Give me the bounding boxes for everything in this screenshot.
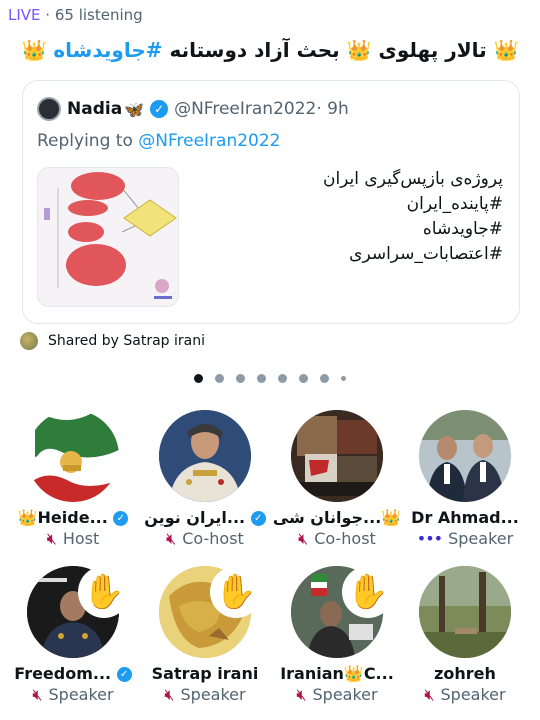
participants-grid: 👑Heide... ✓ 🔇︎ Host ایران نوین... ✓ 🔇︎ Co-…: [0, 410, 540, 720]
participant-name: جوانان شی...👑: [272, 508, 402, 527]
avatar: [159, 410, 251, 502]
sharer-avatar: [20, 332, 38, 350]
avatar: [419, 410, 511, 502]
page-dot-6[interactable]: [299, 374, 308, 383]
tweet-header: Nadia 🦋 ✓ @NFreeIran2022 · 9h: [37, 97, 349, 121]
raised-hand-icon: ✋: [210, 566, 262, 618]
raised-hand-icon: ✋: [342, 566, 394, 618]
participant-3[interactable]: جوانان شی...👑 🔇︎ Co-host: [272, 410, 402, 549]
mic-off-icon: 🔇︎: [296, 685, 307, 704]
participant-6[interactable]: ✋ Satrap irani 🔇︎ Speaker: [140, 566, 270, 705]
verified-icon: ✓: [250, 511, 266, 526]
mic-off-icon: 🔇︎: [166, 529, 177, 548]
participant-2[interactable]: ایران نوین... ✓ 🔇︎ Co-host: [140, 410, 270, 549]
mic-off-icon: 🔇︎: [32, 685, 43, 704]
lion-sun-flag-avatar: [27, 410, 119, 502]
tweet-line-3[interactable]: #جاویدشاه: [203, 217, 503, 242]
participant-role: 🔇︎ Speaker: [32, 685, 114, 704]
page-dot-2[interactable]: [215, 374, 224, 383]
participant-role: 🔇︎ Speaker: [164, 685, 246, 704]
participant-name: Satrap irani: [151, 664, 259, 683]
mic-off-icon: 🔇︎: [46, 529, 57, 548]
participant-role: 🔇︎ Speaker: [296, 685, 378, 704]
author-handle[interactable]: @NFreeIran2022: [174, 99, 316, 119]
tweet-line-2[interactable]: #پاینده_ایران: [203, 192, 503, 217]
shared-by[interactable]: Shared by Satrap irani: [20, 332, 205, 350]
verified-icon: ✓: [116, 667, 132, 682]
verified-icon: ✓: [113, 511, 129, 526]
participant-role: 🔇︎ Co-host: [166, 529, 244, 548]
participant-role: 🔇︎ Co-host: [298, 529, 376, 548]
carousel-pagination[interactable]: [0, 374, 540, 383]
tweet-line-1: پروژه‌ی بازپس‌گیری ایران: [322, 169, 503, 189]
mic-off-icon: 🔇︎: [164, 685, 175, 704]
photo-avatar: [419, 410, 511, 502]
diagram-thumbnail: [38, 168, 178, 306]
raised-hand-icon: ✋: [78, 566, 130, 618]
participant-5[interactable]: ✋ Freedom... ✓ 🔇︎ Speaker: [8, 566, 138, 705]
avatar: [291, 410, 383, 502]
participant-role: 🔇︎ Host: [46, 529, 100, 548]
portrait-avatar: [159, 410, 251, 502]
participant-4[interactable]: Dr Ahmad... ••• Speaker: [400, 410, 530, 548]
page-dot-1[interactable]: [194, 374, 203, 383]
page-dot-4[interactable]: [257, 374, 266, 383]
mic-off-icon: 🔇︎: [424, 685, 435, 704]
replying-mention[interactable]: @NFreeIran2022: [138, 131, 280, 151]
space-title: 👑 تالار پهلوی 👑 بحث آزاد دوستانه #جاویدش…: [0, 38, 540, 62]
participant-1[interactable]: 👑Heide... ✓ 🔇︎ Host: [8, 410, 138, 549]
shared-by-label: Shared by Satrap irani: [48, 333, 205, 349]
participant-name: Freedom... ✓: [8, 664, 138, 683]
page-dot-3[interactable]: [236, 374, 245, 383]
participant-name: ایران نوین... ✓: [140, 508, 270, 527]
title-crown-icon: 👑: [21, 38, 54, 62]
author-avatar[interactable]: [37, 97, 61, 121]
page-dot-5[interactable]: [278, 374, 287, 383]
mic-off-icon: 🔇︎: [298, 529, 309, 548]
collage-avatar: [291, 410, 383, 502]
forest-avatar: [419, 566, 511, 658]
participant-name: zohreh: [434, 664, 496, 683]
page-dot-8[interactable]: [341, 376, 346, 381]
participant-8[interactable]: zohreh 🔇︎ Speaker: [400, 566, 530, 705]
listener-count: 65 listening: [54, 6, 143, 24]
participant-7[interactable]: ✋ Iranian👑C... 🔇︎ Speaker: [272, 566, 402, 705]
author-name[interactable]: Nadia: [67, 99, 122, 119]
pinned-tweet-card[interactable]: Nadia 🦋 ✓ @NFreeIran2022 · 9h Replying t…: [22, 80, 520, 324]
tweet-line-4[interactable]: #اعتصابات_سراسری: [203, 242, 503, 267]
verified-icon: ✓: [150, 100, 169, 118]
page-dot-7[interactable]: [320, 374, 329, 383]
status-separator: ·: [40, 6, 55, 24]
replying-to: Replying to @NFreeIran2022: [37, 131, 281, 151]
butterfly-icon: 🦋: [124, 99, 145, 119]
space-status: LIVE · 65 listening: [8, 6, 143, 24]
participant-name: Iranian👑C...: [280, 664, 394, 683]
space-title-hashtag[interactable]: #جاویدشاه: [53, 38, 162, 62]
participant-role: ••• Speaker: [416, 529, 514, 548]
avatar: [27, 410, 119, 502]
avatar: [419, 566, 511, 658]
space-title-text: 👑 تالار پهلوی 👑 بحث آزاد دوستانه: [162, 38, 519, 62]
live-label: LIVE: [8, 6, 41, 24]
speaking-icon: •••: [416, 529, 443, 548]
tweet-image[interactable]: [37, 167, 179, 307]
tweet-text: پروژه‌ی بازپس‌گیری ایران #پاینده_ایران #…: [203, 167, 503, 267]
replying-label: Replying to: [37, 131, 139, 151]
participant-role: 🔇︎ Speaker: [424, 685, 506, 704]
participant-name: Dr Ahmad...: [411, 508, 519, 527]
tweet-time: · 9h: [316, 99, 349, 119]
participant-name: 👑Heide... ✓: [8, 508, 138, 527]
